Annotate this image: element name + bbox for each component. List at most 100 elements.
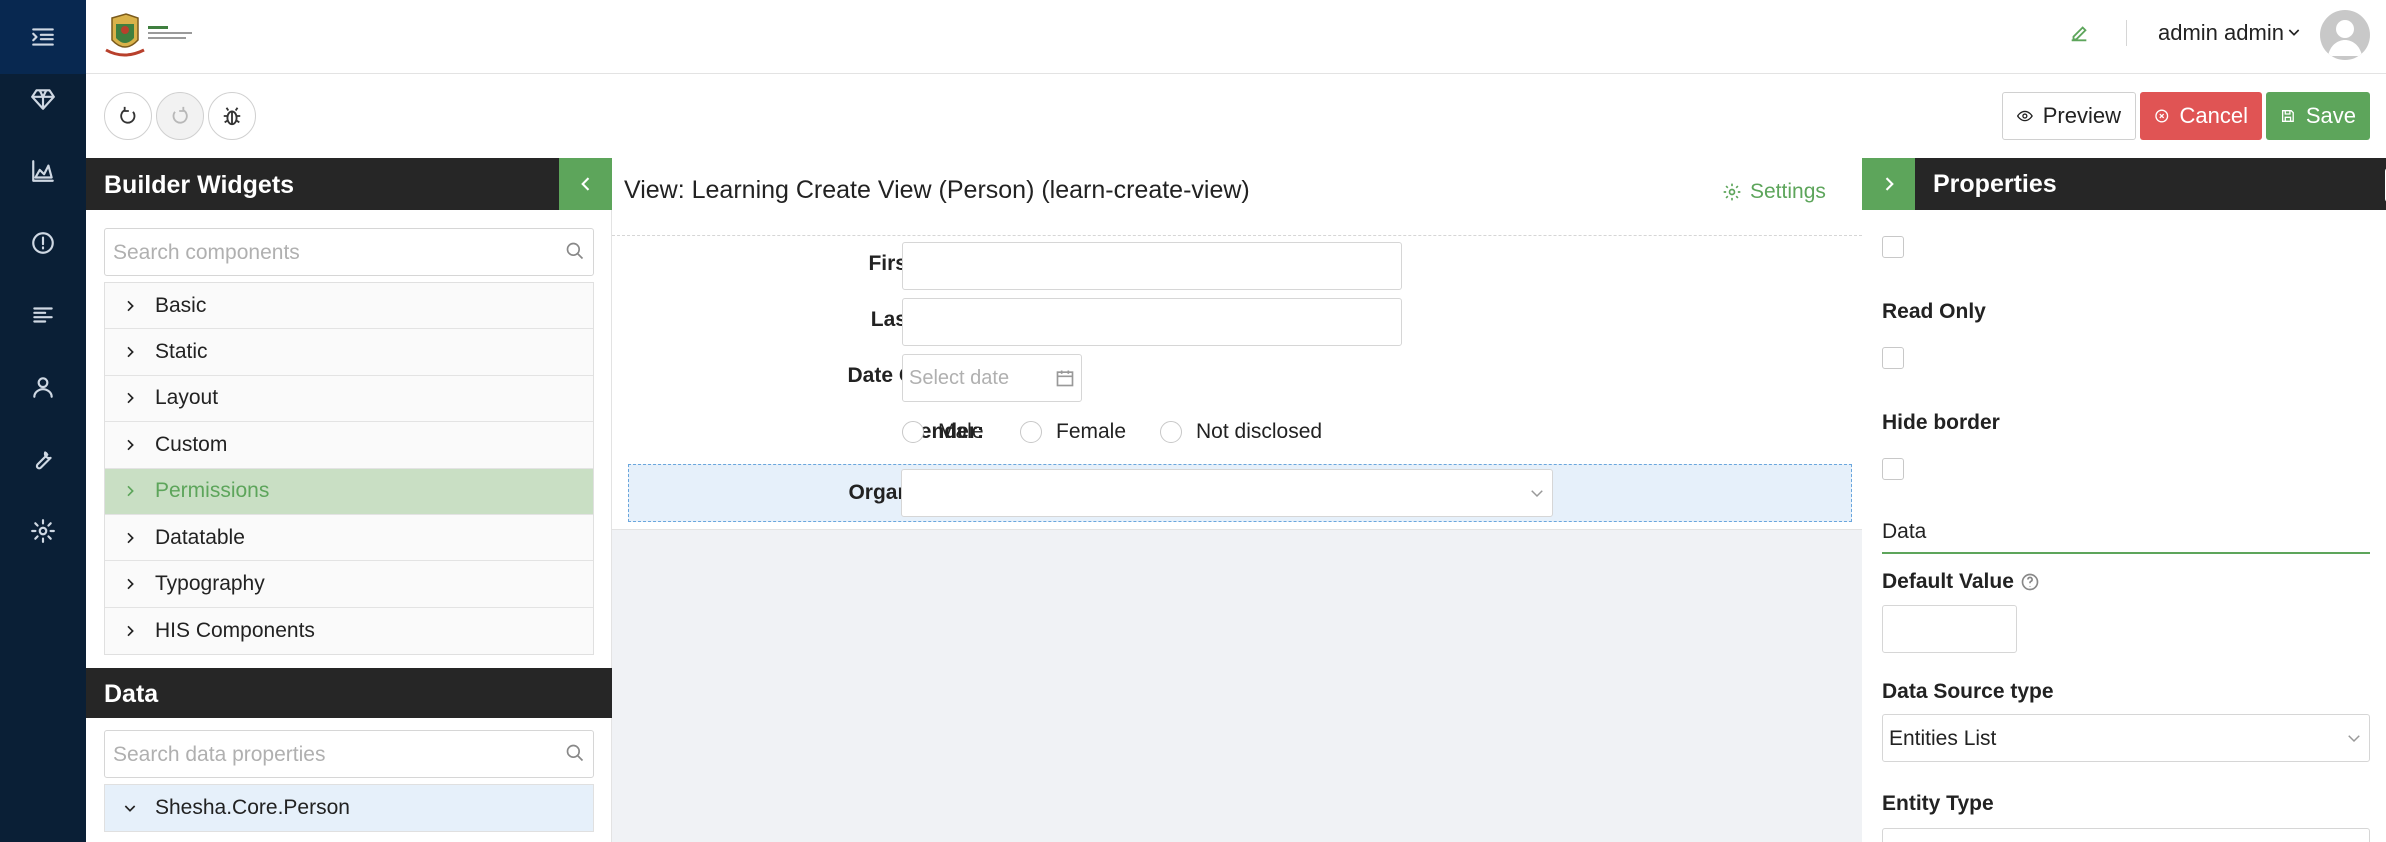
nav-info-button[interactable] <box>0 208 86 278</box>
canvas-divider <box>612 235 1862 236</box>
data-section-header[interactable]: Data <box>1882 520 2370 554</box>
gear-icon <box>1723 183 1741 201</box>
gender-radio-female[interactable]: Female <box>1020 420 1126 444</box>
widget-group-label: Static <box>155 340 208 364</box>
collapse-right-panel-button[interactable] <box>1862 158 1915 210</box>
radio-label: Female <box>1056 420 1127 443</box>
menu-toggle-button[interactable] <box>0 0 86 74</box>
widget-groups-list: Basic Static Layout Custom Permissions Datata… <box>104 282 594 656</box>
edit-icon[interactable] <box>2068 22 2090 49</box>
save-button[interactable]: Save <box>2266 92 2370 140</box>
nav-settings-button[interactable] <box>0 496 86 566</box>
search-data-properties-input[interactable]: Search data properties <box>104 730 594 778</box>
widget-group-static[interactable]: Static <box>105 329 593 376</box>
widget-group-custom[interactable]: Custom <box>105 422 593 469</box>
settings-label: Settings <box>1750 180 1826 203</box>
widget-group-basic[interactable]: Basic <box>105 283 593 330</box>
properties-header: Properties <box>1915 158 2386 210</box>
widget-group-typography[interactable]: Typography <box>105 561 593 608</box>
property-checkbox[interactable] <box>1882 236 1904 258</box>
nav-diamond-button[interactable] <box>0 64 86 134</box>
data-panel-title: Data <box>104 680 159 708</box>
data-source-type-label: Data Source type <box>1882 680 2054 703</box>
data-source-type-value: Entities List <box>1889 727 1997 750</box>
date-of-birth-picker[interactable]: Select date <box>902 354 1082 402</box>
widget-group-label: Datatable <box>155 525 245 549</box>
radio-circle <box>902 421 924 443</box>
chevron-right-icon <box>1885 177 1894 191</box>
align-left-icon <box>33 307 53 323</box>
chevron-right-icon <box>105 298 155 314</box>
chevron-down-icon <box>1531 490 1543 498</box>
first-name-input[interactable] <box>902 242 1402 290</box>
widget-group-permissions[interactable]: Permissions <box>105 468 593 515</box>
preview-label: Preview <box>2042 103 2121 128</box>
side-navigation <box>0 0 86 842</box>
chevron-down-icon <box>2348 735 2360 743</box>
designer-toolbar: Preview Cancel Save <box>86 74 2386 158</box>
avatar[interactable] <box>2320 10 2370 60</box>
widget-group-label: Typography <box>155 572 265 596</box>
selected-component-row[interactable]: Organisation: <box>628 464 1852 522</box>
nav-chart-button[interactable] <box>0 136 86 206</box>
cancel-label: Cancel <box>2179 103 2248 128</box>
eye-icon <box>2017 110 2033 122</box>
app-header: admin admin <box>86 0 2386 74</box>
widget-group-label: Permissions <box>155 479 270 503</box>
widget-group-his-components[interactable]: HIS Components <box>105 607 593 655</box>
nav-user-button[interactable] <box>0 352 86 422</box>
gender-radio-not-disclosed[interactable]: Not disclosed <box>1160 420 1322 444</box>
area-chart-icon <box>32 160 54 182</box>
nav-list-button[interactable] <box>0 280 86 350</box>
undo-button[interactable] <box>104 92 152 140</box>
debug-button[interactable] <box>208 92 256 140</box>
data-panel-header: Data <box>86 668 612 718</box>
nav-tools-button[interactable] <box>0 424 86 494</box>
header-divider <box>2126 20 2127 46</box>
designer-canvas: View: Learning Create View (Person) (lea… <box>612 158 1862 842</box>
gender-radio-male[interactable]: Male <box>902 420 984 444</box>
view-title: View: Learning Create View (Person) (lea… <box>624 176 1250 204</box>
builder-widgets-header: Builder Widgets <box>86 158 612 210</box>
cancel-button[interactable]: Cancel <box>2140 92 2262 140</box>
widget-group-datatable[interactable]: Datatable <box>105 514 593 562</box>
close-circle-icon <box>2155 109 2169 123</box>
redo-icon <box>172 106 188 124</box>
gear-icon <box>31 519 55 543</box>
chevron-right-icon <box>105 437 155 453</box>
question-circle-icon[interactable] <box>2020 572 2040 592</box>
entity-type-label: Entity Type <box>1882 792 1994 815</box>
logo <box>104 10 200 60</box>
default-value-input[interactable] <box>1882 605 2017 653</box>
calendar-icon <box>1056 370 1074 387</box>
widget-group-label: Layout <box>155 386 219 410</box>
search-components-input[interactable]: Search components <box>104 228 594 276</box>
collapse-left-panel-button[interactable] <box>559 158 612 210</box>
chevron-right-icon <box>105 344 155 360</box>
settings-link[interactable]: Settings <box>1722 180 1826 204</box>
read-only-checkbox[interactable] <box>1882 347 1904 369</box>
redo-button[interactable] <box>156 92 204 140</box>
last-name-input[interactable] <box>902 298 1402 346</box>
chevron-down-icon <box>105 800 155 816</box>
organisation-select[interactable] <box>901 469 1553 517</box>
diamond-icon <box>31 89 55 110</box>
search-icon <box>566 744 584 762</box>
entity-tree-node[interactable]: Shesha.Core.Person <box>104 784 594 832</box>
search-data-placeholder: Search data properties <box>113 743 326 766</box>
user-menu-name[interactable]: admin admin <box>2158 20 2284 46</box>
properties-panel: Properties Read Only Hide border Data De… <box>1862 158 2386 842</box>
entity-type-input[interactable] <box>1882 828 2370 842</box>
chevron-down-icon[interactable] <box>2286 24 2302 45</box>
properties-title: Properties <box>1933 170 2057 198</box>
search-icon <box>566 242 584 260</box>
widget-group-layout[interactable]: Layout <box>105 375 593 423</box>
read-only-label: Read Only <box>1882 300 1986 323</box>
data-section-label: Data <box>1882 520 1927 543</box>
entity-name: Shesha.Core.Person <box>155 796 350 819</box>
save-icon <box>2281 110 2294 122</box>
data-source-type-select[interactable]: Entities List <box>1882 714 2370 762</box>
builder-widgets-title: Builder Widgets <box>104 171 295 199</box>
preview-button[interactable]: Preview <box>2002 92 2136 140</box>
hide-border-checkbox[interactable] <box>1882 458 1904 480</box>
